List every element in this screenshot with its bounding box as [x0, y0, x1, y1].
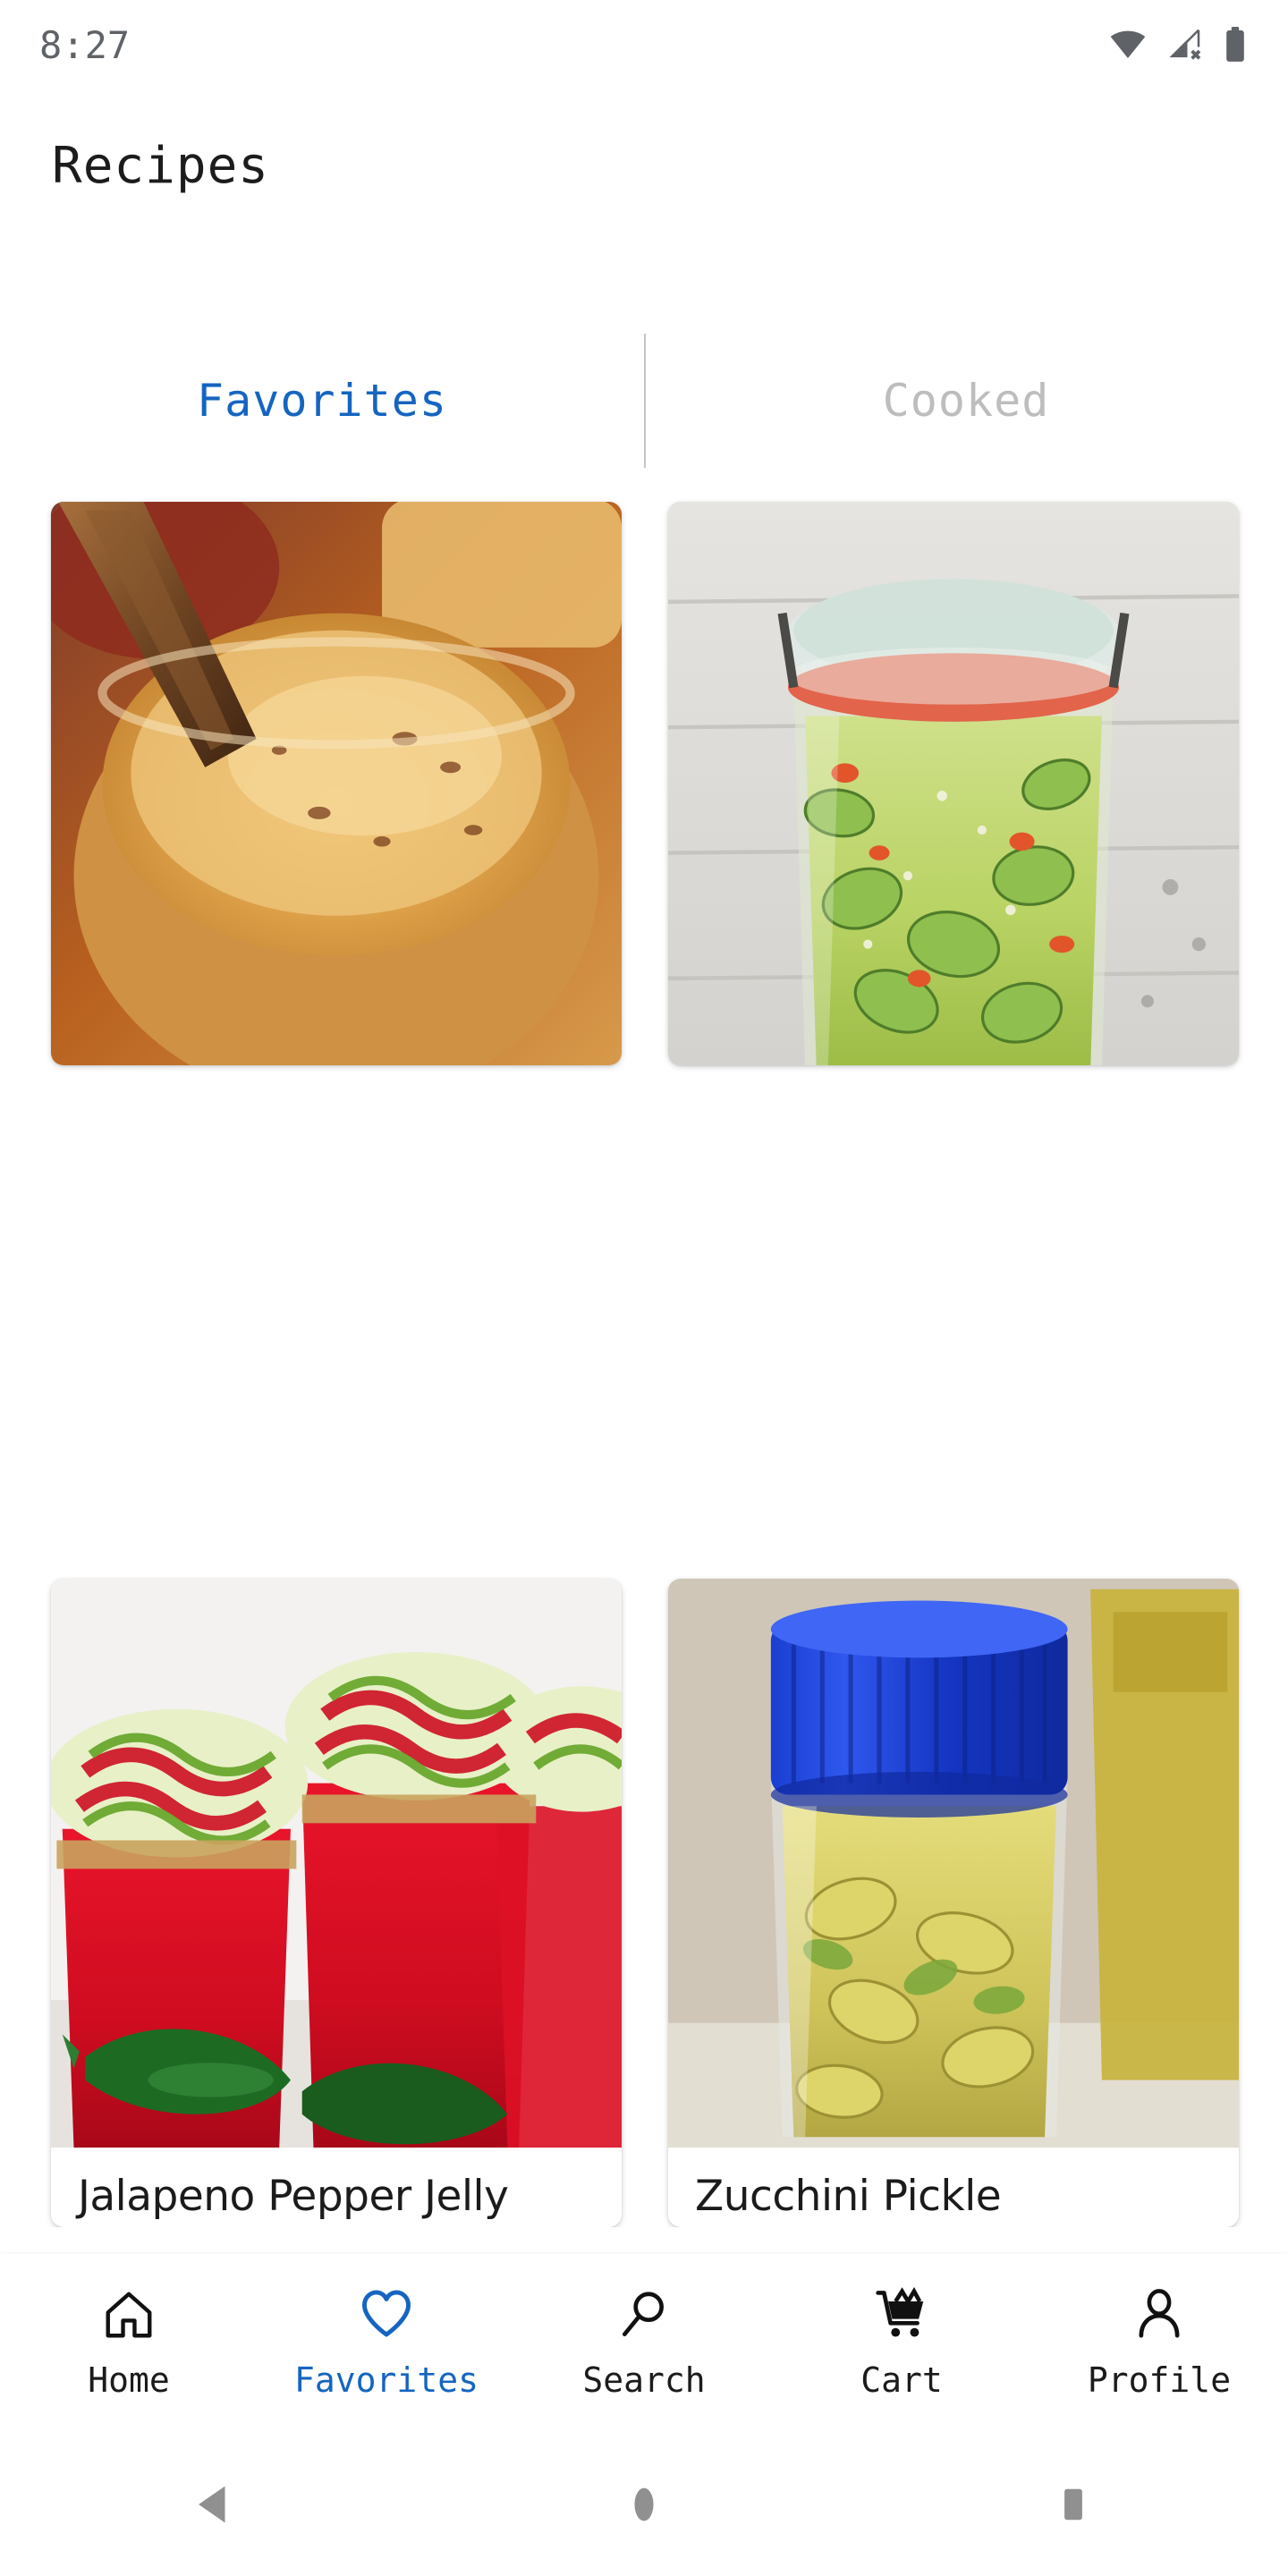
- nav-label: Search: [582, 2360, 706, 2400]
- nav-item-home[interactable]: Home: [0, 2287, 258, 2400]
- recipe-grid: Homemade Applesauce Ingredients: 6 Steps…: [0, 496, 1288, 2227]
- system-navigation-bar: [0, 2433, 1288, 2576]
- tab-cooked[interactable]: Cooked: [644, 331, 1288, 470]
- tab-divider: [644, 334, 646, 468]
- nav-item-cart[interactable]: Cart: [773, 2286, 1030, 2400]
- status-icon-group: [1107, 26, 1249, 64]
- battery-icon: [1222, 26, 1249, 64]
- back-triangle-icon[interactable]: [0, 2480, 429, 2529]
- cellular-no-signal-icon: [1165, 27, 1206, 63]
- app-bar: Recipes: [0, 89, 1288, 242]
- recipe-card[interactable]: Zucchini Pickle: [668, 1579, 1239, 2227]
- nav-item-profile[interactable]: Profile: [1030, 2287, 1288, 2400]
- app-screen: 8:27 Recipes Favorites Cooked Jalapeno P…: [0, 0, 1288, 2576]
- recipe-title: Jalapeno Pepper Jelly: [78, 2172, 509, 2221]
- nav-label: Favorites: [294, 2360, 479, 2400]
- recipe-title: Zucchini Pickle: [695, 2172, 1002, 2221]
- home-icon: [101, 2287, 157, 2346]
- recipe-image-zucchini-pickle: [668, 1579, 1239, 2148]
- status-bar: 8:27: [0, 0, 1288, 89]
- search-icon: [616, 2287, 672, 2346]
- recipe-card[interactable]: Jalapeno Pepper Jelly: [51, 1579, 622, 2227]
- heart-icon: [359, 2287, 414, 2346]
- recipe-card-body: Zucchini Pickle: [668, 2148, 1239, 2222]
- recipe-image-applesauce: [51, 502, 622, 1065]
- nav-label: Home: [88, 2360, 170, 2400]
- home-circle-icon[interactable]: [429, 2480, 859, 2529]
- nav-label: Cart: [860, 2360, 943, 2400]
- status-time: 8:27: [39, 22, 131, 67]
- recipe-image-cucumber-salad: [668, 502, 1239, 1065]
- nav-item-favorites[interactable]: Favorites: [258, 2287, 515, 2400]
- wifi-icon: [1107, 27, 1148, 63]
- recipe-card-body: Jalapeno Pepper Jelly: [51, 2148, 622, 2222]
- recipe-card[interactable]: Cucumber Salad in a Jar Ingredients: 8 S…: [668, 502, 1239, 1065]
- recipe-image-pepper-jelly: [51, 1579, 622, 2148]
- person-icon: [1131, 2287, 1187, 2346]
- nav-item-search[interactable]: Search: [515, 2287, 773, 2400]
- tab-favorites[interactable]: Favorites: [0, 331, 644, 470]
- cart-icon: [874, 2286, 929, 2346]
- page-title: Recipes: [52, 136, 270, 195]
- bottom-navigation: Home Favorites Search Cart Profile: [0, 2254, 1288, 2433]
- recents-square-icon[interactable]: [859, 2480, 1288, 2529]
- tab-bar: Favorites Cooked: [0, 331, 1288, 470]
- nav-label: Profile: [1087, 2360, 1232, 2400]
- recipe-card[interactable]: Homemade Applesauce Ingredients: 6 Steps…: [51, 502, 622, 1065]
